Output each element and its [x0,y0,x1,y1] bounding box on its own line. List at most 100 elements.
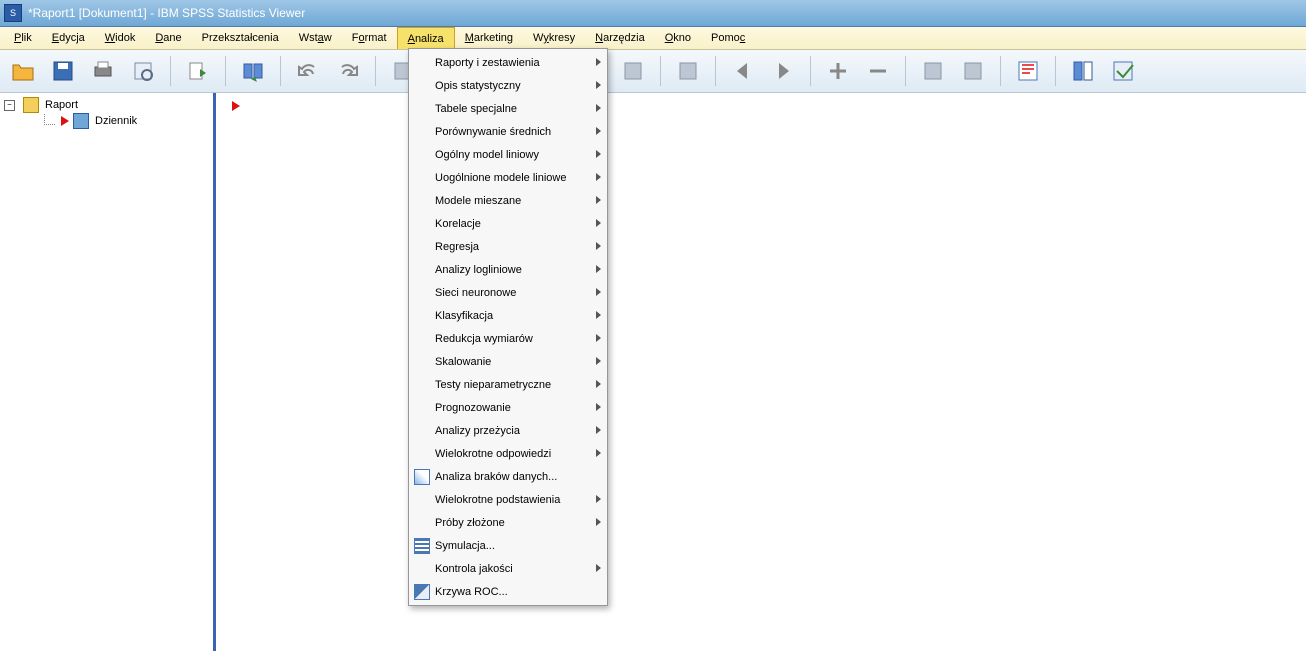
submenu-arrow-icon [596,403,601,411]
variables-icon[interactable] [616,54,650,88]
zoom-out-icon[interactable] [861,54,895,88]
submenu-arrow-icon [596,426,601,434]
menu-item-13[interactable]: Skalowanie [409,350,607,373]
menu-item-label: Klasyfikacja [435,310,493,322]
menu-item-label: Testy nieparametryczne [435,379,551,391]
menu-item-18[interactable]: Analiza braków danych... [409,465,607,488]
menu-widok[interactable]: Widok [95,27,146,49]
goto-icon[interactable] [956,54,990,88]
forward-icon[interactable] [766,54,800,88]
menu-item-21[interactable]: Symulacja... [409,534,607,557]
menu-item-label: Raporty i zestawienia [435,57,540,69]
menu-format[interactable]: Format [342,27,397,49]
submenu-arrow-icon [596,334,601,342]
submenu-arrow-icon [596,196,601,204]
menu-plik[interactable]: Plik [4,27,42,49]
zoom-in-icon[interactable] [821,54,855,88]
analiza-menu: Raporty i zestawienia Opis statystyczny Ta… [408,48,608,606]
menu-item-label: Wielokrotne odpowiedzi [435,448,551,460]
menu-narzędzia[interactable]: Narzędzia [585,27,655,49]
submenu-arrow-icon [596,127,601,135]
menu-item-17[interactable]: Wielokrotne odpowiedzi [409,442,607,465]
menu-item-label: Porównywanie średnich [435,126,551,138]
tree-connector [44,114,55,125]
menu-item-16[interactable]: Analizy przeżycia [409,419,607,442]
outline-child-row[interactable]: Dziennik [32,113,209,129]
submenu-arrow-icon [596,380,601,388]
menu-item-14[interactable]: Testy nieparametryczne [409,373,607,396]
toolbar [0,50,1306,93]
menu-item-2[interactable]: Tabele specjalne [409,97,607,120]
menu-okno[interactable]: Okno [655,27,701,49]
menu-item-19[interactable]: Wielokrotne podstawienia [409,488,607,511]
submenu-arrow-icon [596,219,601,227]
redo-icon[interactable] [331,54,365,88]
toolbar-separator [660,56,661,86]
menu-item-10[interactable]: Sieci neuronowe [409,281,607,304]
menu-item-label: Ogólny model liniowy [435,149,539,161]
menu-item-12[interactable]: Redukcja wymiarów [409,327,607,350]
menu-item-label: Opis statystyczny [435,80,521,92]
find-icon[interactable] [916,54,950,88]
print-preview-icon[interactable] [126,54,160,88]
menu-item-0[interactable]: Raporty i zestawienia [409,51,607,74]
menu-item-label: Skalowanie [435,356,491,368]
current-marker-icon [59,116,71,126]
menu-item-1[interactable]: Opis statystyczny [409,74,607,97]
menu-wykresy[interactable]: Wykresy [523,27,585,49]
dialog-recall-icon[interactable] [236,54,270,88]
pivot-icon[interactable] [671,54,705,88]
menu-item-label: Sieci neuronowe [435,287,516,299]
toolbar-separator [1000,56,1001,86]
menu-analiza[interactable]: Analiza [397,27,455,49]
submenu-arrow-icon [596,150,601,158]
menu-item-23[interactable]: Krzywa ROC... [409,580,607,603]
menu-item-label: Analizy przeżycia [435,425,520,437]
menu-item-label: Analizy logliniowe [435,264,522,276]
menu-item-3[interactable]: Porównywanie średnich [409,120,607,143]
export-icon[interactable] [181,54,215,88]
menu-przekształcenia[interactable]: Przekształcenia [192,27,289,49]
toolbar-separator [280,56,281,86]
collapse-icon[interactable]: − [4,100,15,111]
ico1-icon [414,469,430,485]
menu-item-7[interactable]: Korelacje [409,212,607,235]
menu-item-label: Symulacja... [435,540,495,552]
menu-item-22[interactable]: Kontrola jakości [409,557,607,580]
menu-item-label: Modele mieszane [435,195,521,207]
menu-item-4[interactable]: Ogólny model liniowy [409,143,607,166]
designate-window-icon[interactable] [1011,54,1045,88]
menu-edycja[interactable]: Edycja [42,27,95,49]
submenu-arrow-icon [596,288,601,296]
menu-item-6[interactable]: Modele mieszane [409,189,607,212]
undo-icon[interactable] [291,54,325,88]
open-icon[interactable] [6,54,40,88]
menu-dane[interactable]: Dane [145,27,191,49]
submenu-arrow-icon [596,564,601,572]
menu-item-5[interactable]: Uogólnione modele liniowe [409,166,607,189]
outline-pane[interactable]: − Raport Dziennik [0,93,216,651]
menu-item-label: Analiza braków danych... [435,471,557,483]
outline-root-row[interactable]: − Raport [4,97,209,113]
submenu-arrow-icon [596,449,601,457]
submenu-arrow-icon [596,518,601,526]
save-icon[interactable] [46,54,80,88]
menu-item-9[interactable]: Analizy logliniowe [409,258,607,281]
menu-bar: PlikEdycjaWidokDanePrzekształceniaWstawF… [0,27,1306,50]
menu-item-label: Próby złożone [435,517,505,529]
toggle-icon[interactable] [1106,54,1140,88]
viewer-pane[interactable] [216,93,1306,651]
print-icon[interactable] [86,54,120,88]
menu-item-8[interactable]: Regresja [409,235,607,258]
menu-item-15[interactable]: Prognozowanie [409,396,607,419]
menu-item-20[interactable]: Próby złożone [409,511,607,534]
split-icon[interactable] [1066,54,1100,88]
toolbar-separator [375,56,376,86]
menu-marketing[interactable]: Marketing [455,27,523,49]
menu-wstaw[interactable]: Wstaw [289,27,342,49]
toolbar-separator [225,56,226,86]
back-icon[interactable] [726,54,760,88]
toolbar-separator [810,56,811,86]
menu-item-11[interactable]: Klasyfikacja [409,304,607,327]
menu-pomoc[interactable]: Pomoc [701,27,755,49]
